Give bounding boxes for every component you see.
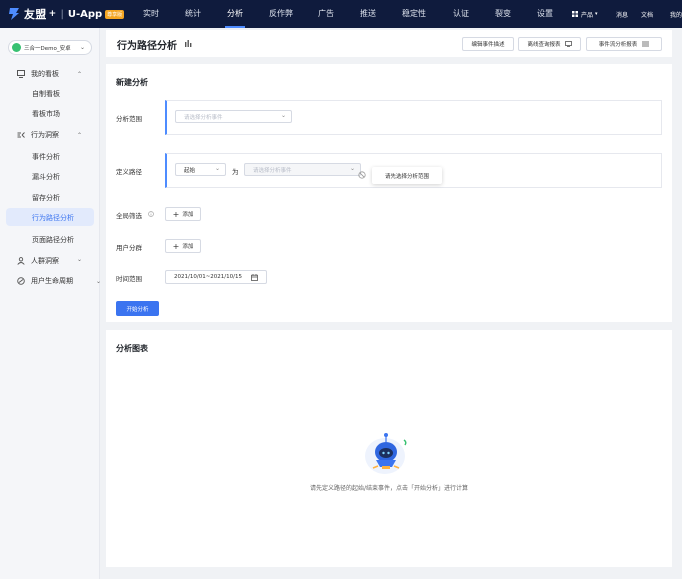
sidebar-group-crowd-insight[interactable]: 人群洞察 ⌄ [17,256,82,266]
docs-link[interactable]: 文档 [641,0,653,28]
umeng-logo-icon [9,8,19,20]
info-icon[interactable] [148,211,154,217]
sidebar-item-path-analysis[interactable]: 行为路径分析 [32,213,74,223]
scope-event-select[interactable]: 请选择分析事件 ⌄ [175,110,292,123]
tooltip: 请先选择分析范围 [372,167,442,184]
calendar-icon [251,274,258,281]
sidebar-item-retention-analysis[interactable]: 留存分析 [32,193,60,203]
add-label: 添加 [182,244,194,250]
nav-item-auth[interactable]: 认证 [453,0,469,28]
sidebar-group-label: 人群洞察 [31,257,59,265]
chevron-up-icon: ⌃ [77,70,83,78]
sidebar-group-behavior-insight[interactable]: 行为洞察 ⌃ [17,130,82,140]
path-start-select[interactable]: 起始 ⌄ [175,163,226,176]
chevron-down-icon: ▾ [595,11,598,17]
nav-item-settings[interactable]: 设置 [537,0,553,28]
button-label: 编辑事件描述 [471,42,505,48]
nav-item-push[interactable]: 推送 [360,0,376,28]
chevron-down-icon: ⌄ [214,165,220,172]
path-event-placeholder: 请选择分析事件 [253,167,292,174]
empty-state-message: 请先定义路径的起始/结束事件，点击「开始分析」进行计算 [309,485,469,492]
new-analysis-title: 新建分析 [116,78,148,87]
path-label: 定义路径 [116,168,142,176]
monitor-icon [564,41,572,47]
nav-item-statistics[interactable]: 统计 [185,0,201,28]
offline-report-button[interactable]: 离线查询报表 [518,37,581,51]
time-range-label: 时间范围 [116,275,142,283]
dashboard-icon [17,70,25,78]
time-range-value: 2021/10/01~2021/10/15 [174,274,243,280]
list-icon [642,41,650,47]
brand-plus: + [48,9,57,19]
path-event-select[interactable]: 请选择分析事件 ⌄ [244,163,361,176]
path-start-value: 起始 [184,167,196,174]
sidebar-item-funnel-analysis[interactable]: 漏斗分析 [32,172,60,182]
app-selector-label: 三合一Demo_安卓 [24,45,71,52]
button-label: 开始分析 [126,306,149,313]
report-bars-icon[interactable] [185,40,192,47]
top-navigation-bar: 友盟 + | U-App 尊享版 实时 统计 分析 反作弊 广告 推送 稳定性 … [0,0,682,28]
plus-icon: + [172,241,180,251]
chevron-up-icon: ⌃ [77,131,83,139]
edit-event-description-button[interactable]: 编辑事件描述 [462,37,514,51]
brand-app-name: U-App [67,8,103,20]
empty-state-robot-illustration [365,433,407,474]
people-icon [17,257,25,265]
nav-item-ads[interactable]: 广告 [318,0,334,28]
nav-item-anti-cheat[interactable]: 反作弊 [269,0,293,28]
behavior-icon [17,132,25,138]
user-segment-label: 用户分群 [116,244,142,252]
tooltip-text: 请先选择分析范围 [384,173,429,180]
nav-item-realtime[interactable]: 实时 [143,0,159,28]
brand[interactable]: 友盟 + | U-App 尊享版 [7,6,127,22]
chevron-down-icon: ⌄ [96,277,102,285]
app-icon [12,43,21,52]
sidebar-item-custom-dashboard[interactable]: 自制看板 [32,89,60,99]
user-segment-add-button[interactable]: + 添加 [165,239,201,253]
button-label: 事件流分析报表 [598,42,638,48]
products-label: 产品 [581,11,594,19]
start-analysis-button[interactable]: 开始分析 [116,301,159,316]
scope-label: 分析范围 [116,115,142,123]
lifecycle-icon [17,277,25,285]
products-menu[interactable]: 产品 ▾ [572,0,598,28]
disabled-icon [358,171,366,179]
page-header: 行为路径分析 编辑事件描述 离线查询报表 事件流分析报表 [106,30,672,57]
sidebar-group-label: 我的看板 [31,70,59,78]
nav-item-analysis[interactable]: 分析 [225,0,245,28]
messages-link[interactable]: 消息 [616,0,628,28]
grid-icon [572,11,578,17]
sidebar-group-my-dashboard[interactable]: 我的看板 ⌃ [17,69,82,79]
sidebar-item-page-path-analysis[interactable]: 页面路径分析 [32,235,74,245]
path-connector-label: 为 [232,168,239,176]
page-title: 行为路径分析 [117,41,177,52]
chevron-down-icon: ⌄ [79,44,85,51]
nav-item-fission[interactable]: 裂变 [495,0,511,28]
brand-name: 友盟 [24,8,47,21]
add-label: 添加 [182,212,194,218]
analysis-chart-title: 分析图表 [116,344,148,353]
app-selector[interactable]: 三合一Demo_安卓 ⌄ [8,40,92,55]
global-filter-label: 全局筛选 [116,212,142,220]
chevron-down-icon: ⌄ [77,256,83,263]
global-filter-add-button[interactable]: + 添加 [165,207,201,221]
chevron-down-icon: ⌄ [280,112,286,119]
nav-item-stability[interactable]: 稳定性 [402,0,426,28]
mine-link[interactable]: 我的 [670,0,682,28]
sidebar-item-dashboard-market[interactable]: 看板市场 [32,109,60,119]
chevron-down-icon: ⌄ [349,165,355,172]
brand-separator: | [60,8,64,20]
sidebar-group-user-lifecycle[interactable]: 用户生命周期 ⌄ [17,276,101,286]
scope-event-placeholder: 请选择分析事件 [184,114,223,121]
sidebar-group-label: 用户生命周期 [31,277,73,285]
sidebar-item-event-analysis[interactable]: 事件分析 [32,152,60,162]
event-flow-report-button[interactable]: 事件流分析报表 [586,37,662,51]
sidebar-group-label: 行为洞察 [31,131,59,139]
edition-badge: 尊享版 [105,9,125,19]
plus-icon: + [172,209,180,219]
time-range-picker[interactable]: 2021/10/01~2021/10/15 [165,270,267,284]
button-label: 离线查询报表 [527,42,561,48]
